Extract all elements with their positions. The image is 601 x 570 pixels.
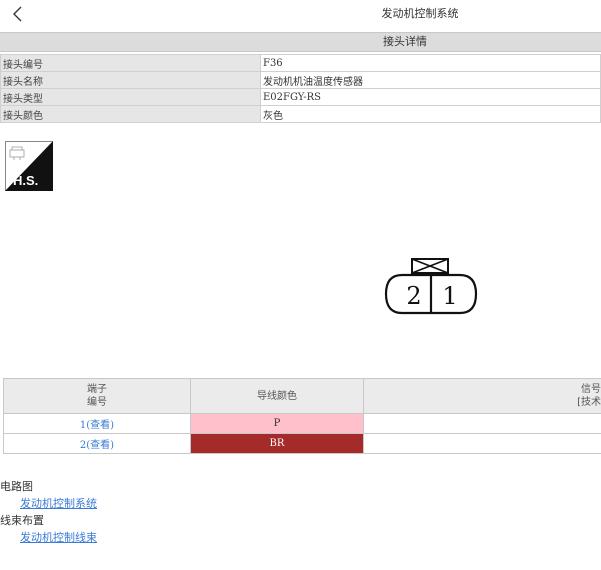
- pin-1-label: 1: [442, 282, 457, 310]
- header-signal-line1: 信号: [581, 384, 601, 395]
- info-value: 发动机机油温度传感器: [260, 71, 601, 89]
- info-label: 接头编号: [0, 54, 261, 72]
- back-button[interactable]: [6, 0, 30, 28]
- logo-text: H.S.: [13, 173, 38, 188]
- info-value: F36: [260, 54, 601, 72]
- signal-cell: [363, 433, 601, 454]
- header-signal-line2: [技术: [577, 397, 601, 408]
- header-pin-number: 端子 编号: [3, 378, 191, 414]
- wire-color-cell: P: [190, 413, 364, 434]
- pin-view-link[interactable]: 2(查看): [80, 440, 114, 451]
- pin-table-header: 端子 编号 导线颜色 信号 [技术: [3, 378, 601, 414]
- page-title: 发动机控制系统: [381, 7, 459, 20]
- header-pin-line2: 编号: [87, 397, 107, 408]
- header-wire-color: 导线颜色: [190, 378, 364, 414]
- info-row-name: 接头名称 发动机机油温度传感器: [0, 71, 601, 89]
- circuit-diagram-label: 电路图: [0, 480, 33, 493]
- header-pin-line1: 端子: [87, 384, 107, 395]
- info-row-number: 接头编号 F36: [0, 54, 601, 72]
- info-label: 接头颜色: [0, 105, 261, 123]
- chevron-left-icon: [13, 6, 22, 22]
- pin-cell: 2(查看): [3, 433, 191, 454]
- harness-layout-label: 线束布置: [0, 514, 44, 527]
- section-header: 接头详情: [0, 32, 601, 52]
- header-signal: 信号 [技术: [363, 378, 601, 414]
- info-label: 接头名称: [0, 71, 261, 89]
- connector-info-table: 接头编号 F36 接头名称 发动机机油温度传感器 接头类型 E02FGY-RS …: [0, 54, 601, 123]
- pin-table: 端子 编号 导线颜色 信号 [技术 1(查看) P 2(查看) BR: [3, 378, 601, 454]
- info-value: 灰色: [260, 105, 601, 123]
- related-links: 电路图 发动机控制系统 线束布置 发动机控制线束: [0, 478, 601, 546]
- signal-cell: [363, 413, 601, 434]
- info-row-color: 接头颜色 灰色: [0, 105, 601, 123]
- pin-2-label: 2: [406, 282, 421, 310]
- section-title: 接头详情: [383, 35, 427, 48]
- pin-cell: 1(查看): [3, 413, 191, 434]
- harness-layout-link[interactable]: 发动机控制线束: [20, 529, 601, 546]
- pin-view-link[interactable]: 1(查看): [80, 420, 114, 431]
- info-value: E02FGY-RS: [260, 88, 601, 106]
- hs-connector-logo: H.S.: [5, 141, 53, 191]
- info-row-type: 接头类型 E02FGY-RS: [0, 88, 601, 106]
- circuit-diagram-link[interactable]: 发动机控制系统: [20, 495, 601, 512]
- top-bar: 发动机控制系统: [0, 0, 601, 28]
- table-row: 2(查看) BR: [3, 433, 601, 454]
- connector-diagram: 2 1: [384, 257, 478, 315]
- table-row: 1(查看) P: [3, 413, 601, 434]
- info-label: 接头类型: [0, 88, 261, 106]
- wire-color-cell: BR: [190, 433, 364, 454]
